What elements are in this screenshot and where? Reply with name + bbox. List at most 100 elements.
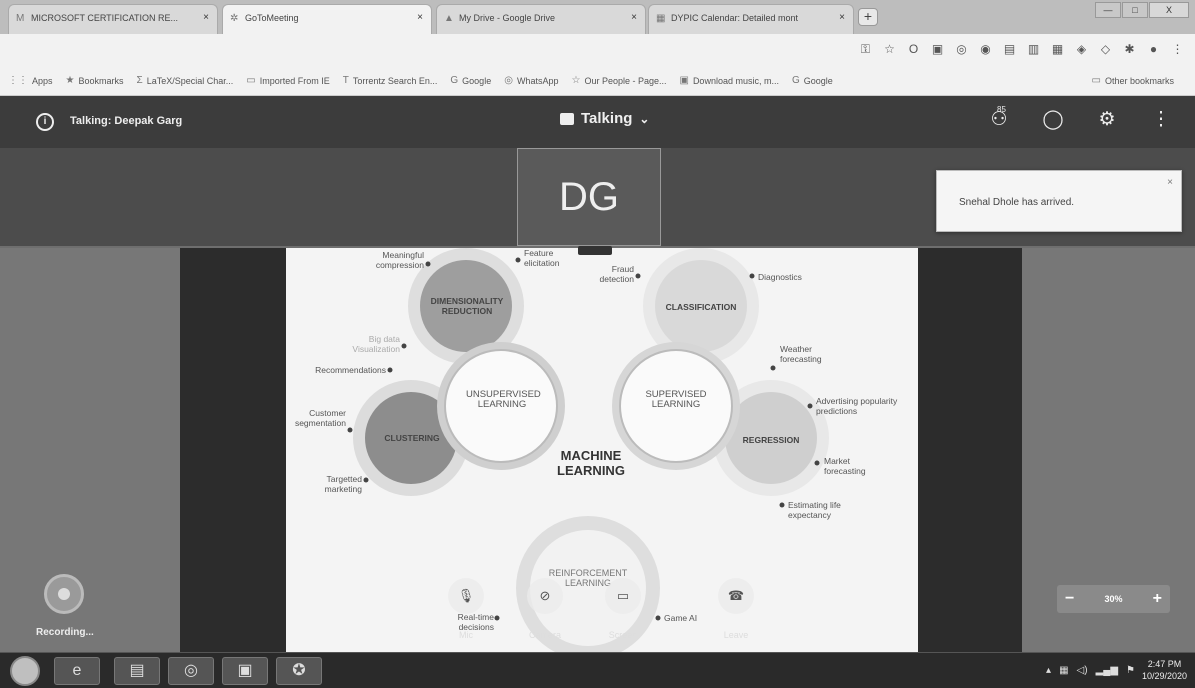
windows-taskbar: e ▤ ◎ ▣ ✪ ▴ ▦ ◁) ▂▄▆ ⚑ 2:47 PM 10/29/202…	[0, 652, 1195, 688]
screen-button[interactable]: ▭	[605, 578, 641, 614]
puzzle-icon[interactable]: ✱	[1122, 42, 1137, 57]
tab-label: MICROSOFT CERTIFICATION RE...	[31, 13, 179, 23]
tab-gmail[interactable]: M MICROSOFT CERTIFICATION RE... ×	[8, 4, 218, 34]
chrome-icon[interactable]: ◎	[168, 657, 214, 685]
close-icon[interactable]: ×	[1167, 177, 1173, 188]
zoom-out-button[interactable]: −	[1065, 590, 1074, 608]
bookmark-label: Google	[803, 75, 833, 86]
extension-icon[interactable]: ◈	[1074, 42, 1089, 57]
whatsapp-icon: ◎	[504, 75, 513, 86]
system-tray: ▴ ▦ ◁) ▂▄▆ ⚑	[1046, 665, 1135, 676]
leaf-weather-forecasting: Weather forecasting	[780, 344, 822, 364]
close-icon[interactable]: ×	[631, 12, 637, 23]
window-controls: — □ X	[1095, 2, 1189, 18]
bookmark-label: Our People - Page...	[584, 75, 667, 86]
more-vertical-icon[interactable]: ⋮	[1170, 42, 1185, 57]
leaf-targetted-marketing: Targetted marketing	[324, 474, 362, 494]
bookmark-torrentz[interactable]: T Torrentz Search En...	[343, 75, 438, 86]
close-icon[interactable]: ×	[839, 12, 845, 23]
leaf-advertising-popularity: Advertising popularity predictions	[816, 396, 898, 416]
extension-icon[interactable]: ◉	[978, 42, 993, 57]
bookmark-download-music[interactable]: ▣ Download music, m...	[679, 75, 778, 86]
new-tab-button[interactable]: +	[858, 8, 878, 26]
extension-icon[interactable]: ▦	[1050, 42, 1065, 57]
attendees-icon[interactable]: ⚇	[987, 108, 1011, 131]
internet-explorer-icon[interactable]: e	[54, 657, 100, 685]
supervised-learning-label: SUPERVISED LEARNING	[645, 389, 707, 410]
start-button[interactable]	[10, 656, 40, 686]
camera-button[interactable]: ⊘	[527, 578, 563, 614]
clustering-label: CLUSTERING	[384, 433, 440, 443]
gotomeeting-icon: ✲	[230, 13, 239, 24]
tray-app-icon[interactable]: ▦	[1059, 665, 1068, 676]
clock-date: 10/29/2020	[1141, 671, 1187, 681]
app-icon[interactable]: ✪	[276, 657, 322, 685]
arrival-notification: × Snehal Dhole has arrived.	[936, 170, 1182, 232]
language-icon[interactable]: ⚑	[1126, 665, 1135, 676]
leave-label: Leave	[723, 630, 749, 640]
bookmark-label: Google	[462, 75, 492, 86]
tab-label: GoToMeeting	[245, 13, 299, 23]
browser-toolbar: ⚿ ☆ O ▣ ◎ ◉ ▤ ▥ ▦ ◈ ◇ ✱ ● ⋮	[0, 34, 1195, 66]
maximize-button[interactable]: □	[1122, 2, 1148, 18]
google-icon: G	[450, 75, 459, 86]
close-icon[interactable]: ×	[203, 12, 209, 23]
tab-calendar[interactable]: ▦ DYPIC Calendar: Detailed mont ×	[648, 4, 854, 34]
chat-icon[interactable]: ◯	[1041, 108, 1065, 131]
view-mode-dropdown[interactable]: Talking ⌄	[560, 110, 649, 127]
tab-gotomeeting[interactable]: ✲ GoToMeeting ×	[222, 4, 432, 34]
bookmark-imported-ie[interactable]: ▭ Imported From IE	[246, 75, 329, 86]
bookmark-label: Imported From IE	[259, 75, 330, 86]
bookmark-whatsapp[interactable]: ◎ WhatsApp	[504, 75, 558, 86]
system-clock[interactable]: 2:47 PM 10/29/2020	[1142, 658, 1187, 682]
gear-icon[interactable]: ⚙	[1095, 108, 1119, 131]
mic-button[interactable]: 🎙	[448, 578, 484, 614]
leaf-market-forecasting: Market forecasting	[824, 456, 866, 476]
minimize-button[interactable]: —	[1095, 2, 1121, 18]
zoom-in-button[interactable]: +	[1153, 590, 1162, 608]
image-viewer-icon[interactable]: ▣	[222, 657, 268, 685]
info-icon[interactable]: i	[36, 113, 54, 131]
extension-icon[interactable]: ◎	[954, 42, 969, 57]
leaf-feature-elicitation: Feature elicitation	[524, 248, 560, 268]
dimensionality-reduction-label: DIMENSIONALITY REDUCTION	[430, 296, 504, 316]
bookmark-google[interactable]: G Google	[450, 75, 491, 86]
leave-button[interactable]: ☎	[718, 578, 754, 614]
leaf-realtime-decisions: Real-time decisions	[457, 612, 494, 632]
meeting-header: i Talking: Deepak Garg Talking ⌄ 85 ⚇ ◯ …	[0, 96, 1195, 148]
bookmark-latex[interactable]: Σ LaTeX/Special Char...	[137, 75, 234, 86]
bookmark-our-people[interactable]: ☆ Our People - Page...	[571, 75, 666, 86]
torrentz-icon: T	[342, 75, 349, 86]
extension-icon[interactable]: ▣	[930, 42, 945, 57]
key-icon[interactable]: ⚿	[858, 42, 873, 57]
bookmark-bookmarks[interactable]: ★ Bookmarks	[66, 75, 124, 86]
recording-button[interactable]	[44, 574, 84, 614]
tray-expand-icon[interactable]: ▴	[1046, 665, 1051, 676]
network-signal-icon[interactable]: ▂▄▆	[1096, 665, 1118, 676]
file-explorer-icon[interactable]: ▤	[114, 657, 160, 685]
tab-google-drive[interactable]: ▲ My Drive - Google Drive ×	[436, 4, 646, 34]
extension-icon[interactable]: ▥	[1026, 42, 1041, 57]
bookmark-google-2[interactable]: G Google	[792, 75, 833, 86]
other-bookmarks[interactable]: ▭ Other bookmarks	[1092, 75, 1174, 86]
bookmark-label: WhatsApp	[516, 75, 559, 86]
profile-avatar-icon[interactable]: ●	[1146, 42, 1161, 57]
gmail-icon: M	[16, 13, 25, 24]
bookmark-label: Download music, m...	[692, 75, 779, 86]
more-vertical-icon[interactable]: ⋮	[1149, 108, 1173, 131]
folder-icon: ▭	[1091, 75, 1101, 86]
people-icon: ☆	[571, 75, 581, 86]
close-icon[interactable]: ×	[417, 12, 423, 23]
opera-icon[interactable]: O	[906, 42, 921, 57]
extension-icons: ⚿ ☆ O ▣ ◎ ◉ ▤ ▥ ▦ ◈ ◇ ✱ ● ⋮	[858, 42, 1185, 57]
tab-label: My Drive - Google Drive	[459, 13, 556, 23]
bookmark-apps[interactable]: ⋮⋮ Apps	[8, 75, 53, 86]
screen-share-icon: ▭	[616, 588, 630, 603]
extension-icon[interactable]: ◇	[1098, 42, 1113, 57]
extension-icon[interactable]: ▤	[1002, 42, 1017, 57]
window-close-button[interactable]: X	[1149, 2, 1189, 18]
google-icon: G	[791, 75, 800, 86]
volume-icon[interactable]: ◁)	[1077, 665, 1088, 676]
screen-share-handle[interactable]	[578, 246, 612, 255]
star-icon[interactable]: ☆	[882, 42, 897, 57]
